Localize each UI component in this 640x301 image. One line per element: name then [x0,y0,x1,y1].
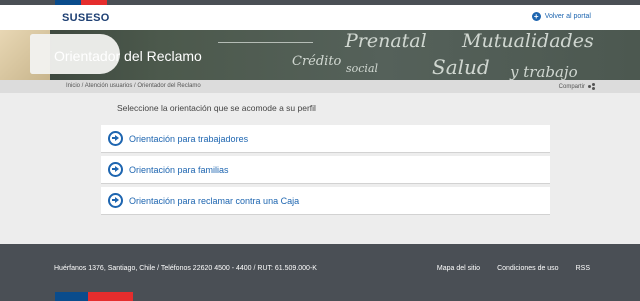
site-header: SUSESO + Volver al portal [0,5,640,30]
hero-banner: Prenatal Mutualidades Crédito social Sal… [0,30,640,80]
option-familias[interactable]: Orientación para familias [101,156,550,184]
chalk-word: Prenatal [345,30,427,52]
chalk-word: social [346,62,379,75]
chalk-word: Salud [432,55,490,79]
option-label: Orientación para reclamar contra una Caj… [129,195,300,206]
chalk-word: Crédito [292,54,342,69]
back-to-portal-link[interactable]: + Volver al portal [531,12,591,21]
arrow-right-circle-icon [108,131,123,146]
breadcrumb-atencion[interactable]: Atención usuarios / [85,83,136,89]
plus-circle-icon: + [531,12,541,21]
footer-link-sitemap[interactable]: Mapa del sitio [437,265,480,272]
breadcrumb-home[interactable]: Inicio / [66,83,83,89]
breadcrumb: Inicio / Atención usuarios / Orientador … [66,83,201,89]
share-icon [588,83,595,90]
back-to-portal-label: Volver al portal [544,13,591,20]
bottom-color-strip [0,292,640,301]
flag-red-segment [88,292,133,301]
chalk-word: Mutualidades [462,30,594,52]
footer-link-rss[interactable]: RSS [576,265,590,272]
arrow-right-circle-icon [108,193,123,208]
share-button[interactable]: Compartir [559,83,595,90]
flag-blue-segment [55,292,88,301]
chalk-word: y trabajo [510,63,578,80]
page-title: Orientador del Reclamo [54,48,202,64]
arrow-right-circle-icon [108,162,123,177]
option-label: Orientación para trabajadores [129,133,249,144]
option-label: Orientación para familias [129,164,229,175]
chalk-line [218,42,313,43]
breadcrumb-bar: Inicio / Atención usuarios / Orientador … [0,80,640,93]
option-trabajadores[interactable]: Orientación para trabajadores [101,125,550,153]
footer-link-terms[interactable]: Condiciones de uso [497,265,559,272]
suseso-logo[interactable]: SUSESO [62,12,110,24]
option-caja[interactable]: Orientación para reclamar contra una Caj… [101,187,550,215]
footer-address: Huérfanos 1376, Santiago, Chile / Teléfo… [54,265,317,272]
selection-prompt: Seleccione la orientación que se acomode… [117,103,316,113]
share-label: Compartir [558,83,585,90]
breadcrumb-current: Orientador del Reclamo [137,83,201,89]
footer-links: Mapa del sitio Condiciones de uso RSS [420,265,590,272]
